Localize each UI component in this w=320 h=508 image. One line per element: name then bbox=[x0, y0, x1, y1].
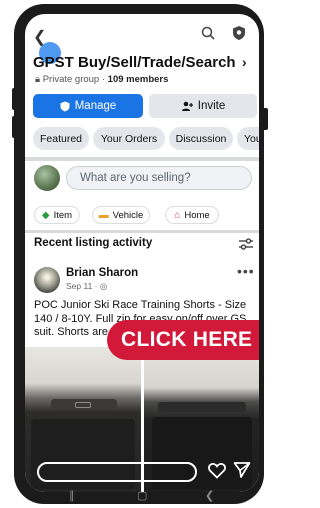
tab-featured[interactable]: Featured bbox=[33, 127, 89, 150]
search-icon[interactable] bbox=[201, 26, 215, 40]
section-divider bbox=[25, 230, 259, 233]
filter-icon[interactable] bbox=[239, 238, 253, 250]
avatar[interactable] bbox=[34, 267, 60, 293]
category-chip-item[interactable]: ◆ Item bbox=[34, 206, 80, 224]
tab-your[interactable]: Your bbox=[237, 127, 259, 150]
chip-label: Vehicle bbox=[112, 209, 144, 221]
group-privacy: Private group bbox=[42, 74, 100, 85]
tab-your-orders[interactable]: Your Orders bbox=[93, 127, 165, 150]
tab-discussion[interactable]: Discussion bbox=[169, 127, 233, 150]
system-nav-bar: ∥ ▢ ❮ bbox=[25, 486, 259, 504]
more-options-icon[interactable]: ••• bbox=[237, 263, 255, 279]
avatar[interactable] bbox=[34, 165, 60, 191]
chevron-right-icon[interactable]: › bbox=[242, 54, 247, 70]
back-nav-icon[interactable]: ❮ bbox=[205, 489, 214, 502]
tag-icon: ◆ bbox=[41, 209, 50, 221]
invite-button[interactable]: Invite bbox=[149, 94, 257, 118]
click-here-banner[interactable]: CLICK HERE bbox=[107, 320, 259, 360]
car-icon: ▬ bbox=[98, 209, 109, 221]
home-nav-icon[interactable]: ▢ bbox=[137, 489, 147, 502]
phone-side-button bbox=[12, 88, 18, 110]
chip-label: Home bbox=[184, 209, 210, 221]
send-icon[interactable] bbox=[233, 461, 251, 479]
recent-apps-icon[interactable]: ∥ bbox=[69, 489, 75, 502]
shield-icon[interactable] bbox=[231, 25, 247, 41]
group-members[interactable]: 109 members bbox=[108, 74, 169, 85]
phone-side-button bbox=[262, 108, 268, 130]
section-title: Recent listing activity bbox=[34, 237, 153, 249]
manage-label: Manage bbox=[74, 100, 117, 112]
chip-label: Item bbox=[53, 209, 73, 221]
heart-icon[interactable] bbox=[208, 462, 226, 479]
group-meta: 🔒︎ Private group · 109 members bbox=[35, 74, 169, 85]
category-chip-home[interactable]: ⌂ Home bbox=[165, 206, 219, 224]
post-author[interactable]: Brian Sharon bbox=[66, 267, 138, 279]
group-title[interactable]: GPST Buy/Sell/Trade/Search bbox=[33, 54, 243, 71]
add-person-icon bbox=[181, 101, 193, 111]
invite-label: Invite bbox=[197, 100, 226, 112]
section-divider bbox=[25, 157, 259, 161]
home-icon: ⌂ bbox=[174, 209, 181, 221]
category-chip-vehicle[interactable]: ▬ Vehicle bbox=[92, 206, 150, 224]
phone-screen: ❮ GPST Buy/Sell/Trade/Search › 🔒︎ Privat… bbox=[25, 14, 259, 492]
post-date-text: Sep 11 bbox=[66, 281, 93, 291]
lock-icon: 🔒︎ bbox=[35, 74, 41, 85]
sell-composer-input[interactable]: What are you selling? bbox=[66, 166, 252, 190]
shield-icon bbox=[60, 101, 70, 111]
message-input[interactable] bbox=[37, 462, 197, 482]
phone-side-button bbox=[12, 116, 18, 138]
globe-icon: ◎ bbox=[99, 281, 108, 291]
post-date: Sep 11 · ◎ bbox=[66, 281, 108, 291]
manage-button[interactable]: Manage bbox=[33, 94, 143, 118]
